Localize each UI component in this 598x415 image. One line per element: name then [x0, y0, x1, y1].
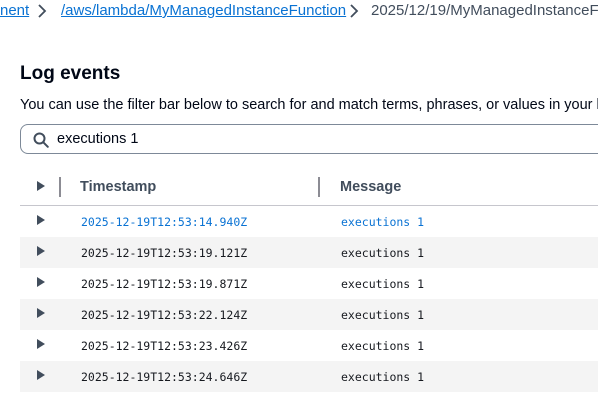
table-row[interactable]: 2025-12-19T12:53:19.121Z executions 1	[20, 237, 598, 268]
caret-right-icon[interactable]	[36, 180, 46, 192]
column-header-timestamp[interactable]: Timestamp	[80, 179, 156, 195]
page-title: Log events	[20, 63, 121, 84]
row-timestamp: 2025-12-19T12:53:19.121Z	[81, 246, 248, 260]
breadcrumb-current-log-stream: 2025/12/19/MyManagedInstanceF	[371, 2, 598, 19]
section-description: You can use the filter bar below to sear…	[20, 97, 598, 113]
table-row[interactable]: 2025-12-19T12:53:19.871Z executions 1	[20, 268, 598, 299]
table-row[interactable]: 2025-12-19T12:53:24.646Z executions 1	[20, 361, 598, 392]
table-row[interactable]: 2025-12-19T12:53:23.426Z executions 1	[20, 330, 598, 361]
chevron-right-icon	[350, 4, 359, 18]
table-header: Timestamp Message	[20, 168, 598, 206]
column-divider[interactable]	[318, 177, 320, 197]
column-divider[interactable]	[59, 177, 61, 197]
row-timestamp: 2025-12-19T12:53:19.871Z	[81, 277, 248, 291]
row-timestamp: 2025-12-19T12:53:24.646Z	[81, 370, 248, 384]
breadcrumb-link-log-group[interactable]: /aws/lambda/MyManagedInstanceFunction	[61, 2, 346, 19]
caret-right-icon[interactable]	[36, 369, 46, 381]
caret-right-icon[interactable]	[36, 276, 46, 288]
table-row[interactable]: 2025-12-19T12:53:14.940Z executions 1	[20, 206, 598, 237]
filter-bar[interactable]	[20, 124, 598, 154]
caret-right-icon[interactable]	[36, 214, 46, 226]
caret-right-icon[interactable]	[36, 245, 46, 257]
row-timestamp: 2025-12-19T12:53:14.940Z	[81, 215, 248, 229]
row-message: executions 1	[341, 215, 425, 229]
table-row[interactable]: 2025-12-19T12:53:22.124Z executions 1	[20, 299, 598, 330]
search-icon	[33, 132, 49, 148]
row-timestamp: 2025-12-19T12:53:22.124Z	[81, 308, 248, 322]
row-message: executions 1	[341, 339, 425, 353]
search-input[interactable]	[57, 129, 557, 149]
caret-right-icon[interactable]	[36, 307, 46, 319]
chevron-right-icon	[38, 4, 47, 18]
caret-right-icon[interactable]	[36, 338, 46, 350]
row-timestamp: 2025-12-19T12:53:23.426Z	[81, 339, 248, 353]
breadcrumb-link-parent[interactable]: nent	[0, 2, 29, 19]
row-message: executions 1	[341, 277, 425, 291]
breadcrumb: nent /aws/lambda/MyManagedInstanceFuncti…	[0, 0, 598, 24]
column-header-message[interactable]: Message	[340, 179, 401, 195]
log-events-table: Timestamp Message 2025-12-19T12:53:14.94…	[20, 168, 598, 392]
row-message: executions 1	[341, 370, 425, 384]
row-message: executions 1	[341, 308, 425, 322]
row-message: executions 1	[341, 246, 425, 260]
